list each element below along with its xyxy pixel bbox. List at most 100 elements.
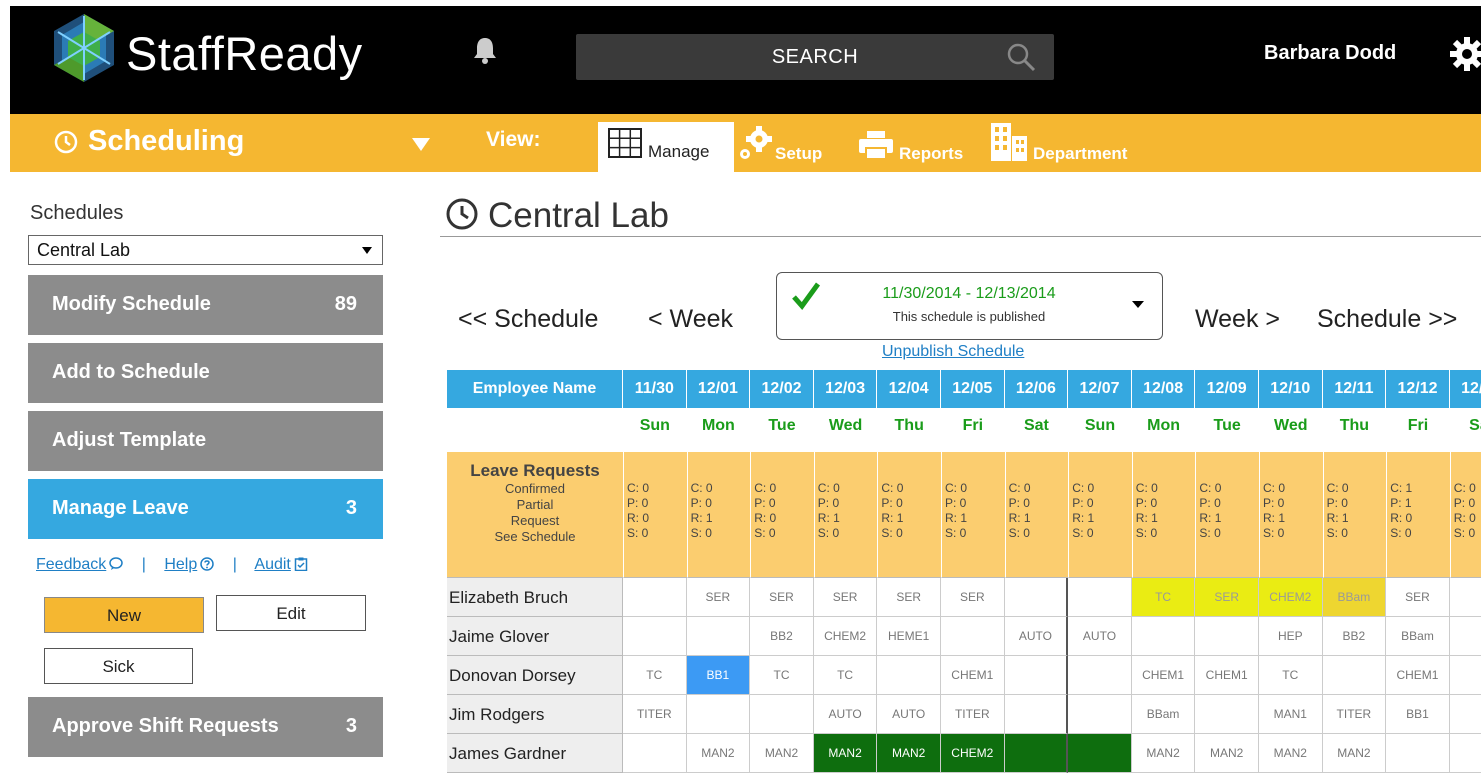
- shift-cell[interactable]: MAN2: [1195, 734, 1259, 773]
- leave-requests-day[interactable]: C: 0 P: 0 R: 1 S: 0: [1004, 452, 1069, 578]
- leave-requests-day[interactable]: C: 0 P: 0 R: 1 S: 0: [1322, 452, 1387, 578]
- search-icon[interactable]: [1006, 42, 1036, 72]
- shift-cell[interactable]: CHEM2: [813, 617, 878, 656]
- shift-cell[interactable]: [1004, 656, 1069, 695]
- search-input[interactable]: SEARCH: [576, 34, 1054, 80]
- shift-cell[interactable]: [1068, 734, 1132, 773]
- bell-icon[interactable]: [472, 36, 498, 64]
- sick-leave-button[interactable]: Sick: [44, 648, 193, 684]
- prev-week-link[interactable]: < Week: [648, 305, 733, 334]
- shift-cell[interactable]: BB1: [1386, 695, 1450, 734]
- shift-cell[interactable]: AUTO: [813, 695, 878, 734]
- shift-cell[interactable]: SER: [813, 578, 878, 617]
- date-header[interactable]: 12/01: [686, 370, 751, 408]
- leave-requests-day[interactable]: C: 0 P: 0 R: 1 S: 0: [1195, 452, 1259, 578]
- leave-requests-day[interactable]: C: 0 P: 0 R: 1 S: 0: [941, 452, 1005, 578]
- date-header[interactable]: 12/11: [1322, 370, 1387, 408]
- shift-cell[interactable]: [1068, 695, 1132, 734]
- shift-cell[interactable]: AUTO: [1068, 617, 1132, 656]
- shift-cell[interactable]: [750, 695, 814, 734]
- approve-shift-requests-button[interactable]: Approve Shift Requests 3: [28, 697, 383, 757]
- shift-cell[interactable]: AUTO: [877, 695, 941, 734]
- leave-requests-day[interactable]: C: 0 P: 0 R: 0 S: 0: [623, 452, 687, 578]
- employee-name[interactable]: James Gardner: [447, 734, 623, 773]
- help-link[interactable]: Help: [164, 556, 214, 573]
- shift-cell[interactable]: MAN2: [877, 734, 941, 773]
- shift-cell[interactable]: [1131, 617, 1196, 656]
- shift-cell[interactable]: MAN2: [1322, 734, 1387, 773]
- leave-requests-day[interactable]: C: 0 P: 0 R: 1 S: 0: [813, 452, 878, 578]
- shift-cell[interactable]: BB1: [686, 656, 751, 695]
- shift-cell[interactable]: [941, 617, 1005, 656]
- shift-cell[interactable]: CHEM1: [1386, 656, 1450, 695]
- gear-icon[interactable]: [1449, 36, 1481, 72]
- shift-cell[interactable]: BB2: [750, 617, 814, 656]
- shift-cell[interactable]: MAN2: [1259, 734, 1323, 773]
- shift-cell[interactable]: [1068, 656, 1132, 695]
- shift-cell[interactable]: [1195, 695, 1259, 734]
- shift-cell[interactable]: [1449, 578, 1481, 617]
- date-header[interactable]: 12/13: [1449, 370, 1481, 408]
- date-header[interactable]: 12/09: [1195, 370, 1259, 408]
- shift-cell[interactable]: AUTO: [1004, 617, 1069, 656]
- tab-manage[interactable]: Manage: [598, 122, 734, 172]
- unpublish-schedule-link[interactable]: Unpublish Schedule: [882, 343, 1024, 361]
- leave-requests-day[interactable]: C: 0 P: 0 R: 1 S: 0: [686, 452, 751, 578]
- date-header[interactable]: 12/10: [1259, 370, 1323, 408]
- shift-cell[interactable]: TC: [750, 656, 814, 695]
- shift-cell[interactable]: TC: [1131, 578, 1196, 617]
- shift-cell[interactable]: MAN2: [686, 734, 751, 773]
- module-title[interactable]: Scheduling: [88, 125, 244, 158]
- shift-cell[interactable]: CHEM1: [1131, 656, 1196, 695]
- shift-cell[interactable]: TITER: [941, 695, 1005, 734]
- leave-requests-day[interactable]: C: 0 P: 0 R: 1 S: 0: [1068, 452, 1132, 578]
- shift-cell[interactable]: SER: [1195, 578, 1259, 617]
- shift-cell[interactable]: [1068, 578, 1132, 617]
- shift-cell[interactable]: BBam: [1131, 695, 1196, 734]
- employee-name-header[interactable]: Employee Name: [447, 370, 623, 408]
- shift-cell[interactable]: [1386, 734, 1450, 773]
- date-header[interactable]: 12/08: [1131, 370, 1196, 408]
- shift-cell[interactable]: TC: [623, 656, 687, 695]
- shift-cell[interactable]: [686, 617, 751, 656]
- audit-link[interactable]: Audit: [254, 556, 308, 573]
- date-header[interactable]: 12/05: [941, 370, 1005, 408]
- next-week-link[interactable]: Week >: [1195, 305, 1280, 334]
- shift-cell[interactable]: [1449, 734, 1481, 773]
- leave-requests-day[interactable]: C: 0 P: 0 R: 1 S: 0: [1259, 452, 1323, 578]
- date-header[interactable]: 11/30: [623, 370, 687, 408]
- shift-cell[interactable]: [686, 695, 751, 734]
- tab-reports[interactable]: Reports: [899, 144, 963, 164]
- add-to-schedule-button[interactable]: Add to Schedule: [28, 343, 383, 403]
- leave-requests-day[interactable]: C: 1 P: 1 R: 0 S: 0: [1386, 452, 1450, 578]
- shift-cell[interactable]: MAN1: [1259, 695, 1323, 734]
- shift-cell[interactable]: MAN2: [750, 734, 814, 773]
- feedback-link[interactable]: Feedback: [36, 556, 124, 573]
- shift-cell[interactable]: [623, 578, 687, 617]
- date-header[interactable]: 12/12: [1386, 370, 1450, 408]
- shift-cell[interactable]: [1449, 617, 1481, 656]
- leave-requests-day[interactable]: C: 0 P: 0 R: 1 S: 0: [877, 452, 941, 578]
- user-name[interactable]: Barbara Dodd: [1264, 42, 1396, 65]
- employee-name[interactable]: Jim Rodgers: [447, 695, 623, 734]
- shift-cell[interactable]: TC: [1259, 656, 1323, 695]
- leave-requests-day[interactable]: C: 0 P: 0 R: 1 S: 0: [1131, 452, 1196, 578]
- leave-requests-day[interactable]: C: 0 P: 0 R: 0 S: 0: [1449, 452, 1481, 578]
- schedule-period-select[interactable]: 11/30/2014 - 12/13/2014 This schedule is…: [776, 272, 1163, 340]
- tab-setup[interactable]: Setup: [775, 144, 822, 164]
- edit-leave-button[interactable]: Edit: [216, 595, 366, 631]
- shift-cell[interactable]: CHEM2: [941, 734, 1005, 773]
- shift-cell[interactable]: [1004, 734, 1069, 773]
- new-leave-button[interactable]: New: [44, 597, 204, 633]
- shift-cell[interactable]: CHEM1: [1195, 656, 1259, 695]
- shift-cell[interactable]: SER: [750, 578, 814, 617]
- shift-cell[interactable]: [623, 617, 687, 656]
- shift-cell[interactable]: CHEM2: [1259, 578, 1323, 617]
- shift-cell[interactable]: TITER: [1322, 695, 1387, 734]
- shift-cell[interactable]: CHEM1: [941, 656, 1005, 695]
- shift-cell[interactable]: [1449, 656, 1481, 695]
- shift-cell[interactable]: SER: [941, 578, 1005, 617]
- date-header[interactable]: 12/06: [1004, 370, 1069, 408]
- shift-cell[interactable]: MAN2: [813, 734, 878, 773]
- module-dropdown-icon[interactable]: [412, 138, 430, 151]
